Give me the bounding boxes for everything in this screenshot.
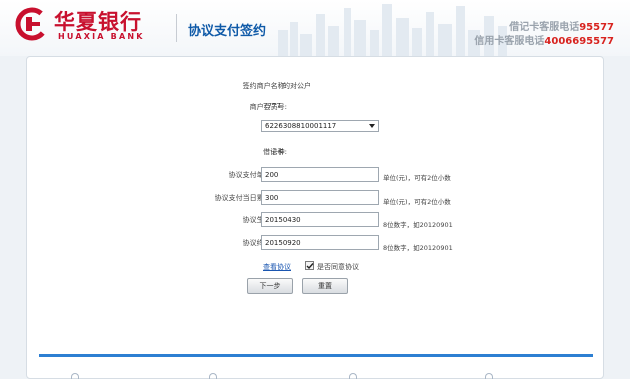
footer-decoration — [349, 373, 357, 379]
card-no-selected: 6226308810001117 — [265, 122, 337, 130]
page-header: 华夏银行 HUAXIA BANK 协议支付签约 借记卡客服电话95577 信用卡… — [0, 0, 630, 56]
debit-card-hotline: 借记卡客服电话95577 — [509, 18, 614, 33]
start-date-hint: 8位数字，如20120901 — [383, 221, 453, 229]
hotline-number: 4006695577 — [544, 36, 614, 47]
checkmark-icon — [306, 263, 314, 270]
chevron-down-icon — [369, 124, 375, 128]
single-limit-input[interactable]: 200 — [261, 167, 379, 182]
footer-decoration — [209, 373, 217, 379]
huaxia-logo-icon — [15, 7, 49, 41]
start-date-input[interactable]: 20150430 — [261, 212, 379, 227]
merchant-name-suffix: 的对公户 — [283, 82, 311, 90]
merchant-name-value: 的对公户 — [263, 81, 311, 91]
card-type-value: 借记卡 — [263, 148, 284, 156]
credit-card-hotline: 信用卡客服电话4006695577 — [474, 32, 614, 47]
daily-limit-input[interactable]: 300 — [261, 190, 379, 205]
page-title: 协议支付签约 — [188, 24, 267, 39]
view-agreement-link[interactable]: 查看协议 — [263, 262, 291, 272]
agree-checkbox-label: 是否同意协议 — [317, 263, 359, 271]
footer-decoration — [485, 373, 493, 379]
reset-button[interactable]: 重置 — [302, 278, 348, 294]
end-date-hint: 8位数字，如20120901 — [383, 244, 453, 252]
end-date-input[interactable]: 20150920 — [261, 235, 379, 250]
hotline-label: 信用卡客服电话 — [474, 36, 545, 47]
card-no-select[interactable]: 6226308810001117 — [261, 120, 379, 132]
single-limit-hint: 单位(元)，可有2位小数 — [383, 174, 451, 182]
footer-decoration — [71, 373, 79, 379]
bank-name-en: HUAXIA BANK — [58, 32, 145, 41]
next-step-button[interactable]: 下一步 — [247, 278, 293, 294]
merchant-name-blank — [263, 82, 283, 90]
footer-bar — [39, 354, 593, 357]
sign-form-panel: 签约商户名称: 的对公户 商户会员号: 7777 卡号: 62263088100… — [26, 56, 604, 379]
daily-limit-hint: 单位(元)，可有2位小数 — [383, 198, 451, 206]
agree-checkbox[interactable] — [305, 261, 314, 270]
member-no-value: 7777 — [263, 102, 281, 110]
header-divider — [176, 14, 177, 42]
